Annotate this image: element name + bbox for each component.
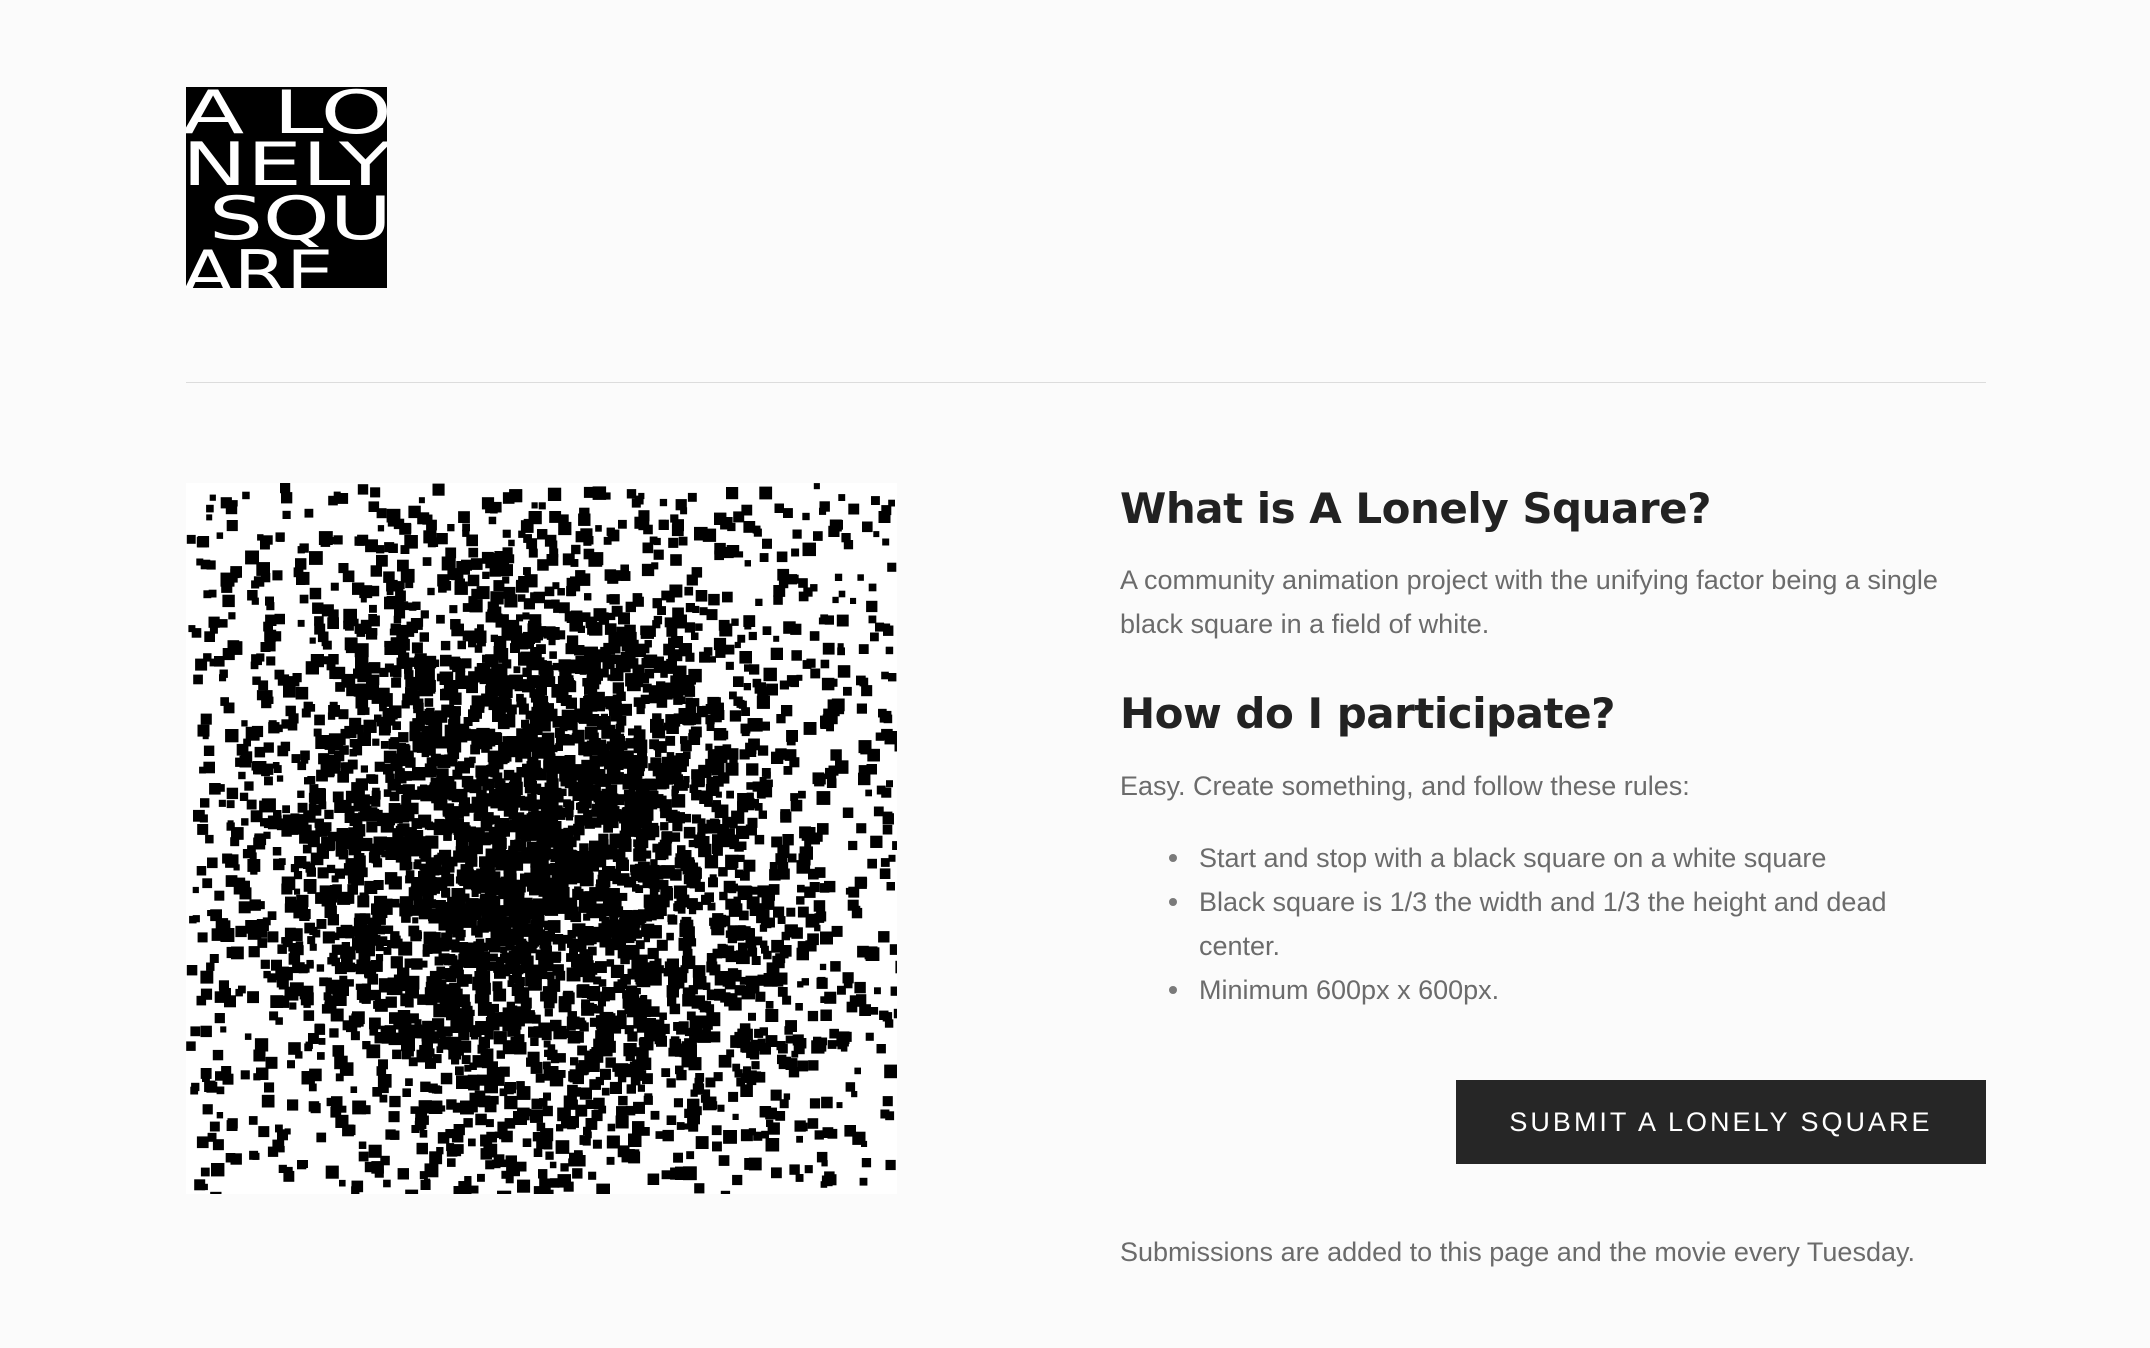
rule-item: Start and stop with a black square on a … [1169,836,1986,880]
rule-text: Start and stop with a black square on a … [1199,843,1827,873]
participate-intro: Easy. Create something, and follow these… [1120,771,1690,801]
bullet-icon [1169,898,1177,906]
logo-wordmark: A LO NELY SQU ARE [186,87,387,288]
rule-text: Minimum 600px x 600px. [1199,975,1500,1005]
logo-line-4: ARE [186,238,334,288]
bullet-icon [1169,854,1177,862]
about-body: A community animation project with the u… [1120,565,1938,639]
rule-item: Black square is 1/3 the width and 1/3 th… [1169,880,1986,968]
scattered-squares-artwork [186,483,897,1194]
rule-item: Minimum 600px x 600px. [1169,968,1986,1012]
artwork-frame[interactable] [186,483,897,1194]
header-divider [186,382,1986,383]
rules-list: Start and stop with a black square on a … [1120,836,1986,1012]
rule-text: Black square is 1/3 the width and 1/3 th… [1199,887,1887,961]
page: A LO NELY SQU ARE What is A Lonely Squar… [0,0,2150,1348]
submit-button[interactable]: SUBMIT A LONELY SQUARE [1456,1080,1986,1164]
footer-note: Submissions are added to this page and t… [1120,1237,1915,1267]
about-title: What is A Lonely Square? [1120,484,1711,533]
participate-title: How do I participate? [1120,689,1615,738]
site-logo[interactable]: A LO NELY SQU ARE [186,87,387,288]
bullet-icon [1169,986,1177,994]
